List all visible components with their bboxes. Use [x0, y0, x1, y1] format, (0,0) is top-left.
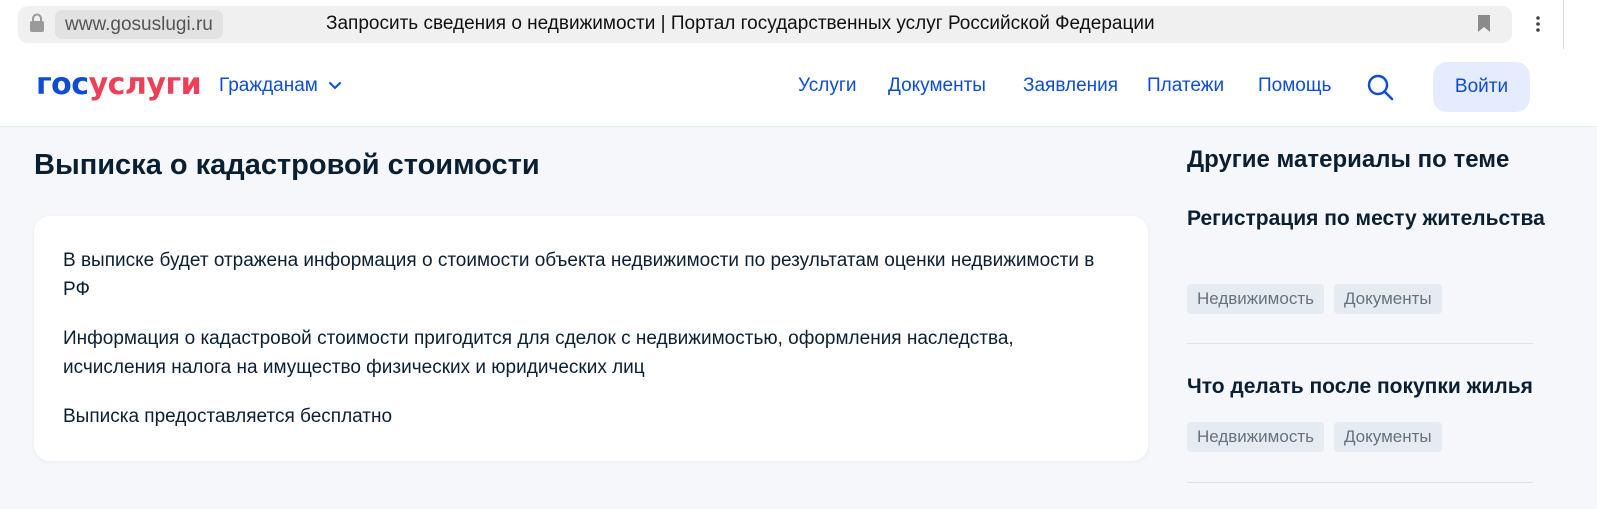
related-article-link[interactable]: Что делать после покупки жилья — [1187, 372, 1557, 402]
info-paragraph: В выписке будет отражена информация о ст… — [63, 250, 1095, 300]
browser-menu-icon[interactable] — [1533, 14, 1543, 34]
info-card: В выписке будет отражена информация о ст… — [34, 216, 1148, 461]
window-divider — [1563, 0, 1564, 49]
login-button[interactable]: Войти — [1433, 62, 1530, 112]
chevron-down-icon — [328, 82, 341, 90]
browser-toolbar: www.gosuslugi.ru Запросить сведения о не… — [0, 0, 1597, 49]
nav-payments[interactable]: Платежи — [1147, 75, 1224, 97]
nav-services[interactable]: Услуги — [798, 75, 856, 97]
citizens-label: Гражданам — [219, 75, 318, 96]
nav-help[interactable]: Помощь — [1258, 75, 1331, 97]
related-materials-title: Другие материалы по теме — [1187, 146, 1510, 173]
logo-part-uslugi: услуги — [88, 67, 202, 102]
tag-realty[interactable]: Недвижимость — [1187, 284, 1324, 314]
url-text[interactable]: www.gosuslugi.ru — [55, 10, 223, 39]
gosuslugi-logo[interactable]: госуслуги — [36, 67, 202, 107]
bookmark-icon[interactable] — [1477, 14, 1491, 33]
related-article-link[interactable]: Регистрация по месту жительства — [1187, 204, 1547, 234]
tag-list: Недвижимость Документы — [1187, 422, 1442, 452]
logo-part-gos: гос — [36, 67, 89, 102]
citizens-dropdown[interactable]: Гражданам — [219, 75, 342, 97]
info-paragraph: Выписка предоставляется бесплатно — [63, 406, 393, 427]
nav-applications[interactable]: Заявления — [1023, 75, 1118, 97]
tag-documents[interactable]: Документы — [1333, 284, 1442, 314]
nav-documents[interactable]: Документы — [888, 75, 986, 97]
tag-documents[interactable]: Документы — [1333, 422, 1442, 452]
info-paragraph: Информация о кадастровой стоимости приго… — [63, 328, 1014, 378]
divider — [1187, 482, 1533, 483]
site-header: госуслуги Гражданам Услуги Документы Зая… — [0, 49, 1597, 127]
page-tab-title: Запросить сведения о недвижимости | Порт… — [326, 13, 1155, 34]
page-title: Выписка о кадастровой стоимости — [34, 149, 540, 181]
divider — [1187, 343, 1533, 344]
tag-realty[interactable]: Недвижимость — [1187, 422, 1324, 452]
lock-icon — [30, 13, 44, 32]
tag-list: Недвижимость Документы — [1187, 284, 1442, 314]
search-icon[interactable] — [1366, 73, 1394, 101]
